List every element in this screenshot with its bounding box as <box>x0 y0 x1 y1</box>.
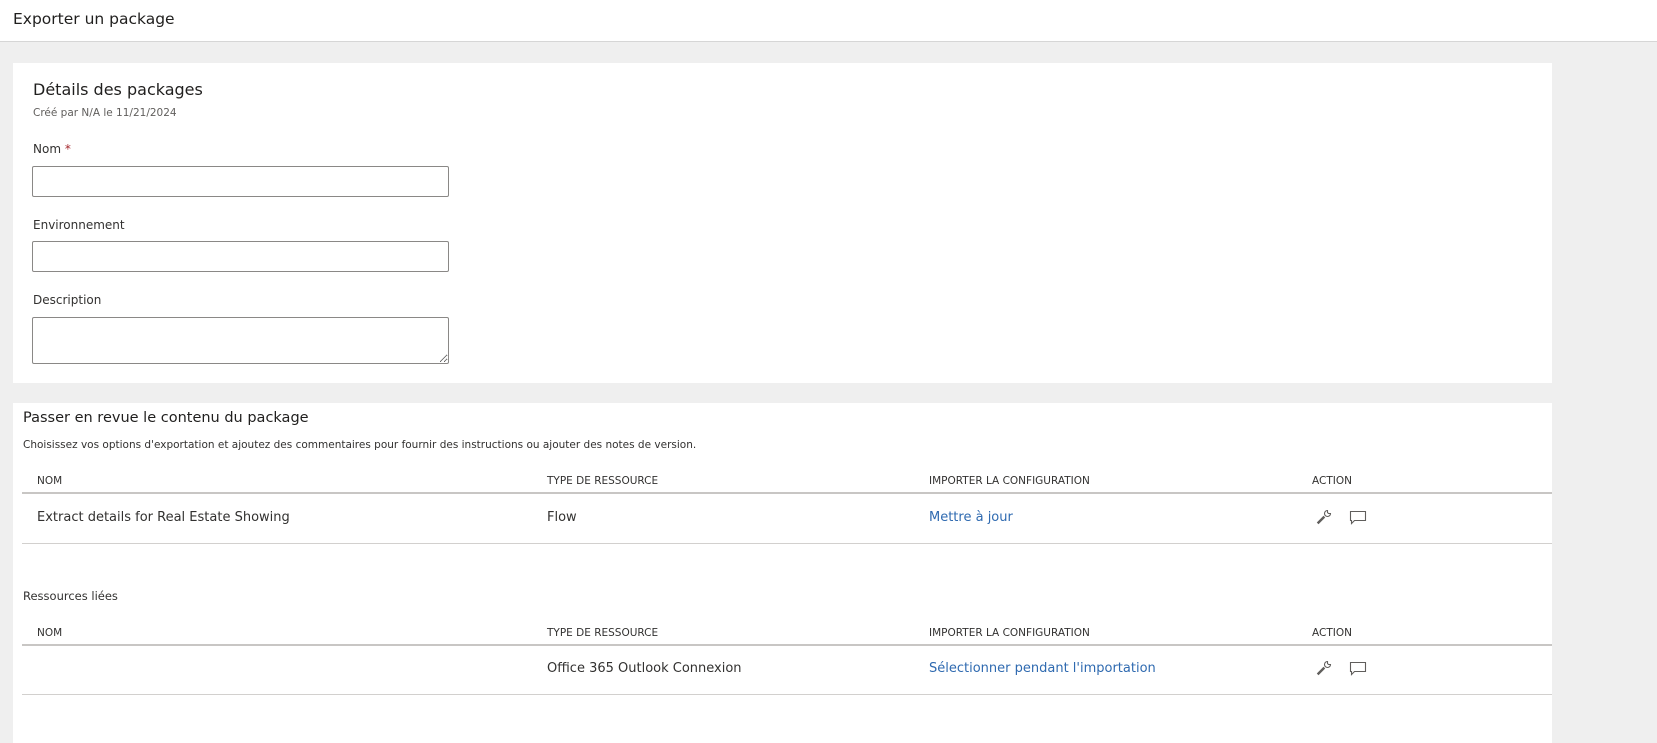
name-input[interactable] <box>32 166 449 197</box>
related-resources-title: Ressources liées <box>23 589 118 603</box>
row-type: Flow <box>547 510 577 525</box>
package-details-card: Détails des packages Créé par N/A le 11/… <box>13 63 1552 383</box>
wrench-icon[interactable] <box>1315 508 1333 526</box>
col-name: NOM <box>37 627 63 639</box>
col-config: IMPORTER LA CONFIGURATION <box>929 475 1090 487</box>
config-link[interactable]: Mettre à jour <box>929 510 1013 525</box>
description-textarea[interactable] <box>32 317 449 364</box>
col-type: TYPE DE RESSOURCE <box>547 475 659 487</box>
review-subtitle: Choisissez vos options d'exportation et … <box>23 439 697 451</box>
config-link[interactable]: Sélectionner pendant l'importation <box>929 661 1156 676</box>
environment-label: Environnement <box>33 218 125 232</box>
row-type: Office 365 Outlook Connexion <box>547 661 742 676</box>
details-title: Détails des packages <box>33 80 203 99</box>
comment-icon[interactable] <box>1349 508 1367 526</box>
table-header: NOM TYPE DE RESSOURCE IMPORTER LA CONFIG… <box>22 464 1552 494</box>
col-action: ACTION <box>1312 475 1352 487</box>
page-title: Exporter un package <box>13 10 175 28</box>
review-title: Passer en revue le contenu du package <box>23 410 309 426</box>
page-header: Exporter un package <box>0 0 1657 42</box>
name-label: Nom * <box>33 142 71 156</box>
wrench-icon[interactable] <box>1315 659 1333 677</box>
related-table-row: Office 365 Outlook Connexion Sélectionne… <box>22 645 1552 695</box>
col-type: TYPE DE RESSOURCE <box>547 627 659 639</box>
col-action: ACTION <box>1312 627 1352 639</box>
required-mark: * <box>64 142 71 156</box>
environment-input[interactable] <box>32 241 449 272</box>
details-subtitle: Créé par N/A le 11/21/2024 <box>33 107 177 119</box>
col-config: IMPORTER LA CONFIGURATION <box>929 627 1090 639</box>
row-name: Extract details for Real Estate Showing <box>37 510 290 525</box>
description-label: Description <box>33 293 102 307</box>
review-content-card: Passer en revue le contenu du package Ch… <box>13 403 1552 743</box>
col-name: NOM <box>37 475 63 487</box>
comment-icon[interactable] <box>1349 659 1367 677</box>
related-table-header: NOM TYPE DE RESSOURCE IMPORTER LA CONFIG… <box>22 616 1552 646</box>
table-row: Extract details for Real Estate Showing … <box>22 494 1552 544</box>
